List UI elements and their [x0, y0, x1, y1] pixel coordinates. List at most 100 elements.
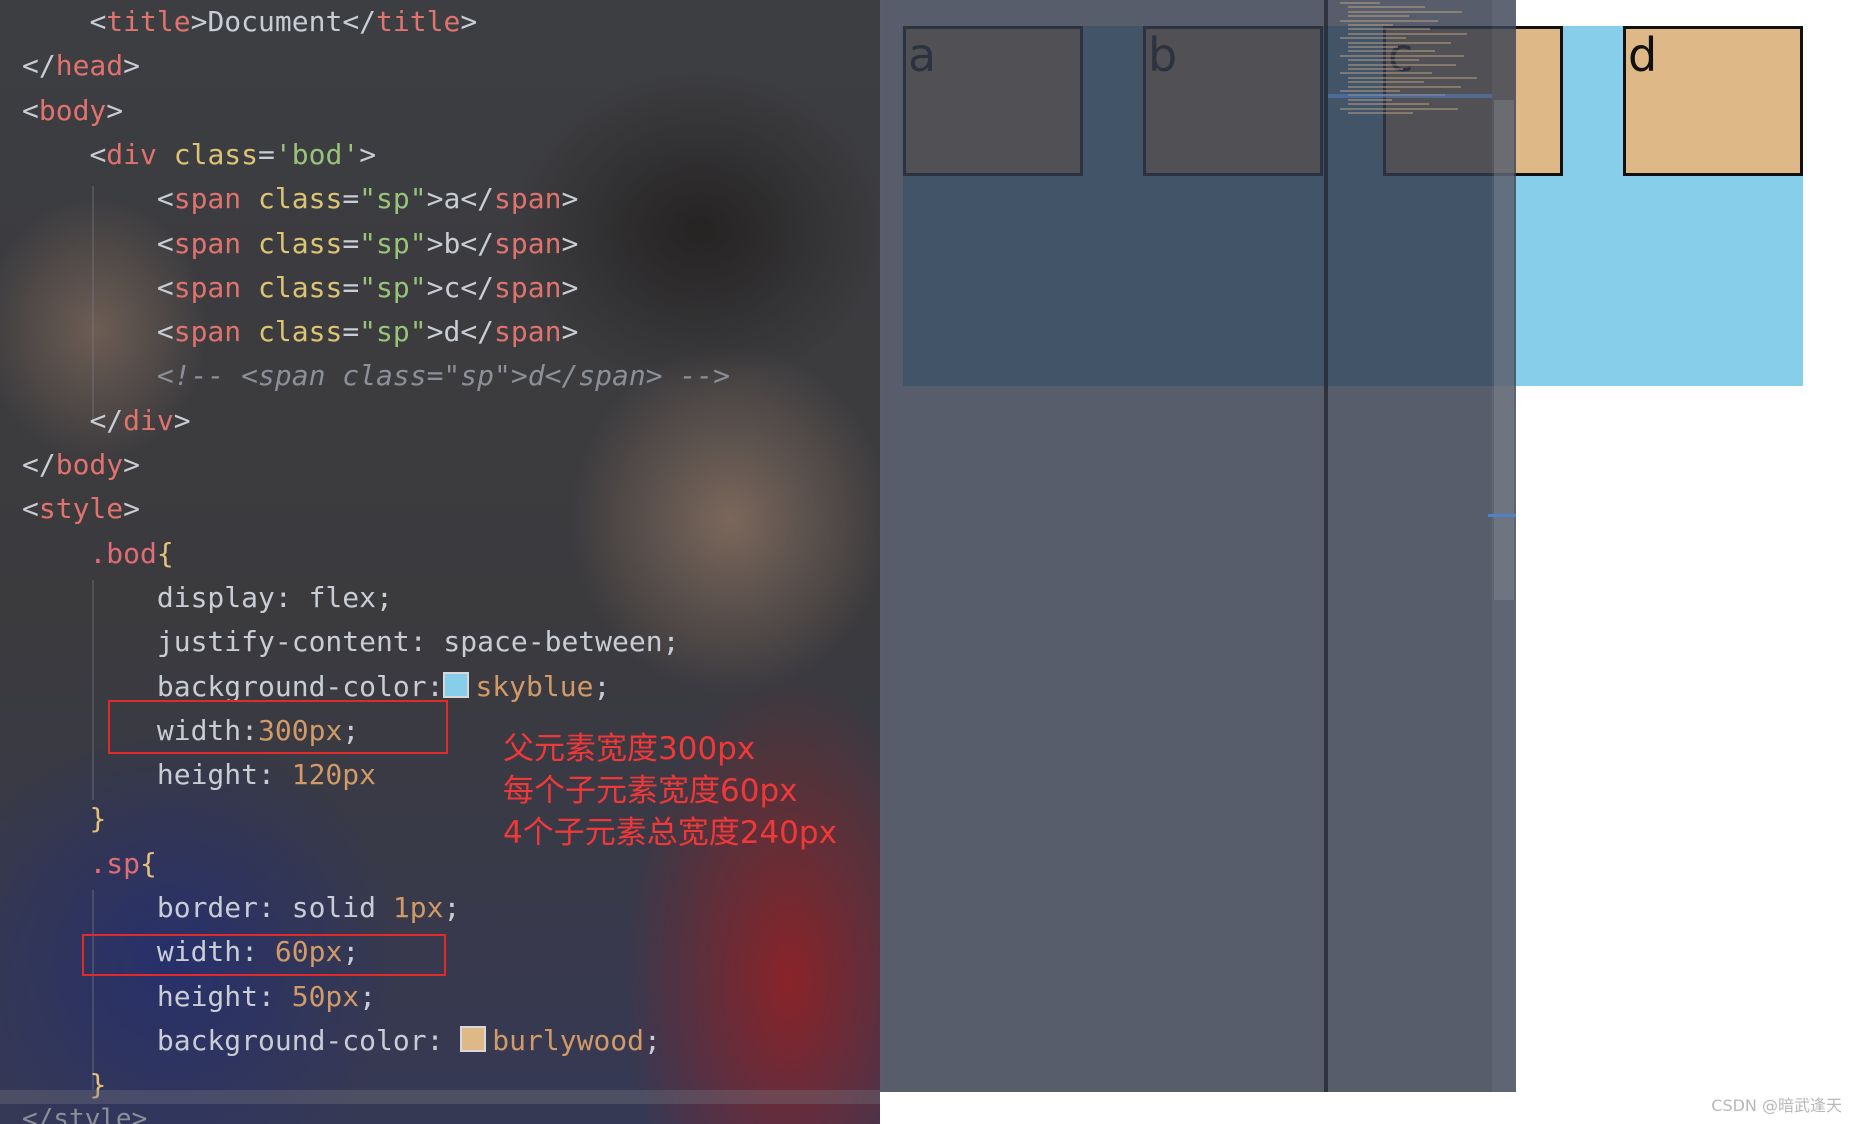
code-token: 120px	[291, 758, 377, 792]
code-token: "sp"	[359, 315, 427, 349]
code-line: <style>	[22, 487, 140, 531]
scrollbar-marker	[1488, 514, 1516, 517]
minimap-line	[1348, 41, 1451, 44]
code-token: class	[241, 270, 343, 304]
code-token: >	[123, 49, 141, 83]
code-line: </div>	[22, 399, 190, 443]
minimap-line	[1348, 28, 1430, 31]
code-token: div	[123, 403, 174, 437]
annotation-notes: 父元素宽度300px 每个子元素宽度60px 4个子元素总宽度240px	[503, 728, 837, 854]
code-token: >	[460, 5, 478, 38]
code-token: span	[173, 182, 242, 216]
minimap-line	[1348, 46, 1398, 48]
minimap-line	[1340, 37, 1406, 40]
code-line: border: solid 1px;	[22, 886, 460, 930]
code-token: span	[173, 226, 242, 260]
code-token: >	[106, 93, 124, 127]
minimap-line	[1348, 76, 1477, 79]
code-token: }	[89, 802, 107, 836]
code-token: head	[55, 49, 124, 83]
flex-item-d: d	[1623, 26, 1803, 176]
minimap-line	[1348, 98, 1392, 101]
code-token: >	[561, 182, 579, 216]
code-token: <!-- <span class="sp">d</span> -->	[156, 359, 731, 393]
minimap-line	[1348, 6, 1425, 9]
code-token: >	[123, 448, 141, 481]
code-token: >d</	[426, 315, 495, 349]
minimap-line	[1348, 15, 1409, 18]
code-token: title	[376, 5, 461, 38]
code-token: >	[190, 5, 208, 38]
minimap-line	[1348, 24, 1393, 26]
code-line: justify-content: space-between;	[22, 620, 680, 664]
code-line: <span class="sp">c</span>	[22, 266, 578, 310]
code-line: height: 50px;	[22, 975, 376, 1019]
code-token: height:	[22, 979, 292, 1013]
code-line: }	[22, 797, 106, 841]
code-token: </	[22, 49, 56, 83]
minimap-line	[1348, 50, 1435, 53]
code-token: .sp	[89, 846, 141, 880]
code-token: "sp"	[359, 270, 427, 304]
minimap[interactable]	[1334, 0, 1484, 120]
code-line: </head>	[22, 44, 140, 88]
code-editor[interactable]: <title>Document</title> </head> <body> <di…	[0, 0, 880, 1124]
code-token: Document	[207, 5, 343, 38]
annotation-line: 每个子元素宽度60px	[503, 773, 798, 809]
minimap-line	[1348, 103, 1429, 106]
code-line: display: flex;	[22, 576, 393, 620]
code-token: >	[561, 270, 579, 304]
code-token: =	[342, 182, 360, 216]
code-line: <title>Document</title>	[22, 0, 477, 44]
code-line: <!-- <span class="sp">d</span> -->	[22, 354, 730, 398]
code-token: border: solid	[22, 891, 393, 924]
minimap-line	[1340, 2, 1380, 4]
code-token: >b</	[426, 226, 495, 260]
code-token: class	[241, 315, 343, 349]
code-token: justify-content: space-between;	[22, 625, 680, 659]
minimap-line	[1348, 85, 1461, 88]
code-token: =	[258, 137, 275, 171]
minimap-line	[1348, 81, 1424, 84]
code-token: >c</	[426, 270, 495, 304]
code-token: display: flex;	[22, 580, 393, 614]
minimap-viewport[interactable]	[1328, 94, 1492, 98]
code-token: skyblue	[475, 669, 594, 703]
scrollbar-thumb[interactable]	[1494, 100, 1514, 600]
minimap-line	[1348, 112, 1413, 114]
highlight-box-width-60	[82, 934, 446, 976]
minimap-line	[1348, 10, 1462, 13]
code-token: class	[241, 182, 343, 216]
code-token: span	[173, 270, 242, 304]
minimap-line	[1348, 59, 1419, 62]
code-token: <	[156, 182, 174, 216]
code-token: 'bod'	[274, 137, 360, 171]
code-token: span	[494, 226, 562, 260]
code-token: =	[342, 315, 360, 349]
color-swatch-icon	[460, 1025, 487, 1052]
code-token: body	[38, 93, 107, 127]
code-token: background-color:	[22, 1023, 461, 1057]
annotation-line: 4个子元素总宽度240px	[503, 815, 837, 851]
code-token: burlywood	[492, 1023, 645, 1057]
code-token: class	[156, 137, 259, 171]
code-line: <span class="sp">a</span>	[22, 177, 578, 221]
code-line: <div class='bod'>	[22, 133, 376, 177]
overlay-editor-panel[interactable]	[880, 0, 1516, 1092]
horizontal-scrollbar[interactable]	[0, 1090, 880, 1104]
code-token: =	[342, 270, 360, 304]
code-token: <	[156, 226, 174, 260]
code-line: </body>	[22, 443, 140, 487]
code-token: "sp"	[359, 182, 427, 216]
code-token: </	[22, 448, 56, 481]
code-token: span	[494, 270, 562, 304]
minimap-line	[1348, 68, 1403, 70]
minimap-line	[1340, 54, 1464, 57]
minimap-line	[1340, 72, 1432, 75]
